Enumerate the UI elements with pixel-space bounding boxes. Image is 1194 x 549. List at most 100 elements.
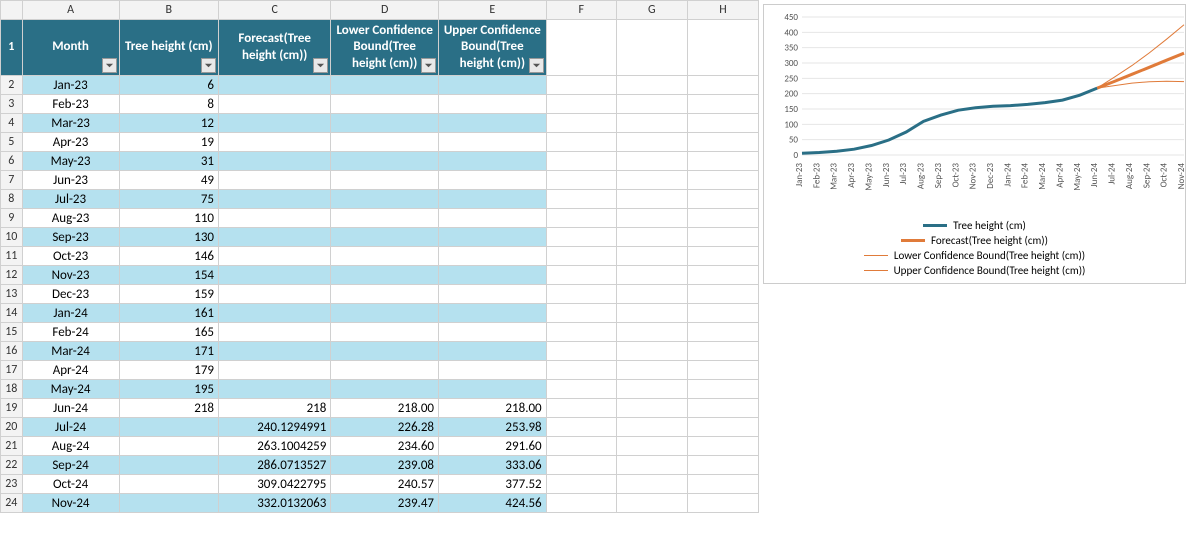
cell-upper-bound[interactable] bbox=[439, 323, 547, 342]
cell-forecast[interactable] bbox=[219, 228, 331, 247]
cell[interactable] bbox=[687, 323, 758, 342]
cell-tree-height[interactable] bbox=[119, 437, 219, 456]
cell[interactable] bbox=[687, 285, 758, 304]
cell-upper-bound[interactable] bbox=[439, 247, 547, 266]
row-header[interactable]: 1 bbox=[1, 20, 23, 76]
cell-forecast[interactable] bbox=[219, 342, 331, 361]
cell-forecast[interactable] bbox=[219, 209, 331, 228]
cell[interactable] bbox=[616, 95, 687, 114]
cell-month[interactable]: May-24 bbox=[22, 380, 119, 399]
cell-month[interactable]: Jun-24 bbox=[22, 399, 119, 418]
cell-month[interactable]: May-23 bbox=[22, 152, 119, 171]
cell-upper-bound[interactable] bbox=[439, 361, 547, 380]
cell-upper-bound[interactable] bbox=[439, 304, 547, 323]
cell-upper-bound[interactable] bbox=[439, 209, 547, 228]
cell-upper-bound[interactable] bbox=[439, 228, 547, 247]
cell-upper-bound[interactable] bbox=[439, 285, 547, 304]
cell[interactable] bbox=[546, 304, 616, 323]
column-header-F[interactable]: F bbox=[546, 1, 616, 20]
cell-tree-height[interactable]: 171 bbox=[119, 342, 219, 361]
row-header[interactable]: 19 bbox=[1, 399, 23, 418]
cell-month[interactable]: Apr-24 bbox=[22, 361, 119, 380]
cell-tree-height[interactable]: 31 bbox=[119, 152, 219, 171]
filter-dropdown-icon[interactable] bbox=[313, 58, 328, 73]
table-column-header[interactable]: Month bbox=[22, 20, 119, 76]
cell[interactable] bbox=[616, 152, 687, 171]
cell-forecast[interactable]: 286.0713527 bbox=[219, 456, 331, 475]
cell-lower-bound[interactable] bbox=[331, 285, 439, 304]
cell-month[interactable]: Aug-23 bbox=[22, 209, 119, 228]
cell-upper-bound[interactable] bbox=[439, 95, 547, 114]
cell[interactable] bbox=[616, 494, 687, 513]
cell-tree-height[interactable]: 12 bbox=[119, 114, 219, 133]
row-header[interactable]: 10 bbox=[1, 228, 23, 247]
cell-tree-height[interactable]: 146 bbox=[119, 247, 219, 266]
cell-lower-bound[interactable] bbox=[331, 76, 439, 95]
cell[interactable] bbox=[687, 437, 758, 456]
cell-tree-height[interactable]: 159 bbox=[119, 285, 219, 304]
cell-tree-height[interactable] bbox=[119, 475, 219, 494]
cell[interactable] bbox=[687, 171, 758, 190]
cell-forecast[interactable] bbox=[219, 361, 331, 380]
cell-forecast[interactable] bbox=[219, 76, 331, 95]
cell[interactable] bbox=[616, 285, 687, 304]
row-header[interactable]: 23 bbox=[1, 475, 23, 494]
row-header[interactable]: 22 bbox=[1, 456, 23, 475]
cell-month[interactable]: Aug-24 bbox=[22, 437, 119, 456]
cell-month[interactable]: Mar-24 bbox=[22, 342, 119, 361]
cell[interactable] bbox=[616, 418, 687, 437]
column-header-C[interactable]: C bbox=[219, 1, 331, 20]
cell-upper-bound[interactable] bbox=[439, 190, 547, 209]
cell[interactable] bbox=[616, 437, 687, 456]
row-header[interactable]: 21 bbox=[1, 437, 23, 456]
cell-month[interactable]: Mar-23 bbox=[22, 114, 119, 133]
cell-month[interactable]: Feb-23 bbox=[22, 95, 119, 114]
filter-dropdown-icon[interactable] bbox=[529, 58, 544, 73]
cell[interactable] bbox=[546, 114, 616, 133]
cell-tree-height[interactable]: 75 bbox=[119, 190, 219, 209]
cell-upper-bound[interactable] bbox=[439, 342, 547, 361]
cell[interactable] bbox=[546, 494, 616, 513]
cell-forecast[interactable] bbox=[219, 285, 331, 304]
cell-lower-bound[interactable] bbox=[331, 95, 439, 114]
cell-month[interactable]: Oct-24 bbox=[22, 475, 119, 494]
cell-month[interactable]: Jan-23 bbox=[22, 76, 119, 95]
cell[interactable] bbox=[687, 418, 758, 437]
cell[interactable] bbox=[616, 323, 687, 342]
row-header[interactable]: 8 bbox=[1, 190, 23, 209]
cell-month[interactable]: Oct-23 bbox=[22, 247, 119, 266]
cell[interactable] bbox=[687, 494, 758, 513]
cell[interactable] bbox=[546, 475, 616, 494]
cell-forecast[interactable] bbox=[219, 114, 331, 133]
cell[interactable] bbox=[687, 209, 758, 228]
cell-tree-height[interactable] bbox=[119, 418, 219, 437]
cell[interactable] bbox=[687, 266, 758, 285]
cell[interactable] bbox=[546, 285, 616, 304]
cell[interactable] bbox=[687, 342, 758, 361]
forecast-chart[interactable]: 050100150200250300350400450Jan-23Feb-23M… bbox=[763, 4, 1186, 284]
cell-forecast[interactable] bbox=[219, 323, 331, 342]
cell-tree-height[interactable]: 154 bbox=[119, 266, 219, 285]
cell-forecast[interactable] bbox=[219, 380, 331, 399]
cell-upper-bound[interactable]: 377.52 bbox=[439, 475, 547, 494]
cell-tree-height[interactable]: 49 bbox=[119, 171, 219, 190]
cell-tree-height[interactable]: 6 bbox=[119, 76, 219, 95]
cell[interactable] bbox=[616, 380, 687, 399]
cell-lower-bound[interactable]: 234.60 bbox=[331, 437, 439, 456]
filter-dropdown-icon[interactable] bbox=[201, 58, 216, 73]
cell-forecast[interactable] bbox=[219, 171, 331, 190]
row-header[interactable]: 2 bbox=[1, 76, 23, 95]
table-column-header[interactable]: Forecast(Tree height (cm)) bbox=[219, 20, 331, 76]
cell-lower-bound[interactable] bbox=[331, 152, 439, 171]
row-header[interactable]: 24 bbox=[1, 494, 23, 513]
cell-lower-bound[interactable]: 226.28 bbox=[331, 418, 439, 437]
cell[interactable] bbox=[687, 95, 758, 114]
cell[interactable] bbox=[687, 361, 758, 380]
cell-lower-bound[interactable] bbox=[331, 266, 439, 285]
row-header[interactable]: 7 bbox=[1, 171, 23, 190]
spreadsheet-grid[interactable]: ABCDEFGH 1MonthTree height (cm)Forecast(… bbox=[0, 0, 759, 513]
cell[interactable] bbox=[687, 133, 758, 152]
cell-upper-bound[interactable]: 424.56 bbox=[439, 494, 547, 513]
cell-month[interactable]: Sep-23 bbox=[22, 228, 119, 247]
cell-tree-height[interactable]: 179 bbox=[119, 361, 219, 380]
